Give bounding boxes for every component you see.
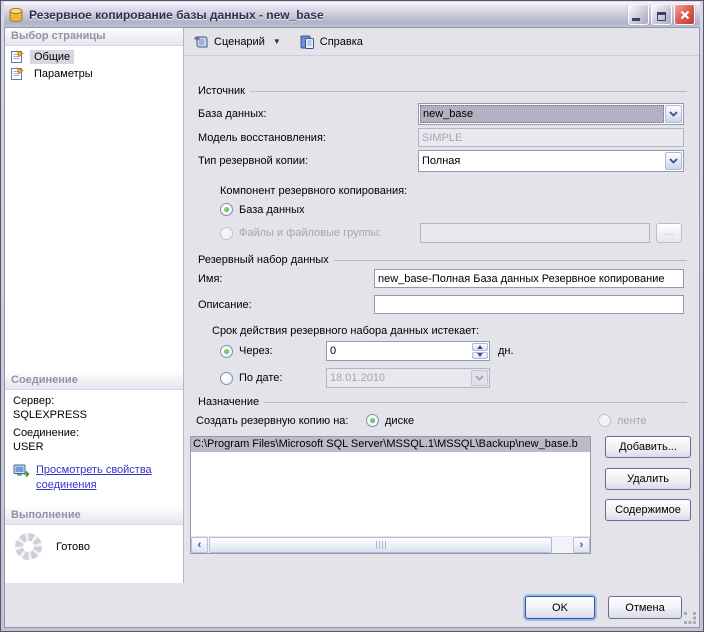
scroll-icon — [193, 34, 209, 50]
script-button-label: Сценарий — [214, 36, 265, 48]
scrollbar-track[interactable] — [208, 537, 573, 553]
expire-after-value: 0 — [327, 342, 471, 360]
close-button[interactable] — [674, 4, 695, 25]
description-label: Описание: — [198, 299, 374, 311]
connection-info: Соединение: USER — [5, 422, 183, 454]
database-component-radio-label: База данных — [239, 204, 305, 216]
scroll-right-icon[interactable]: › — [573, 537, 590, 553]
sidebar: Выбор страницы Общие — [5, 28, 184, 583]
chevron-down-icon[interactable] — [665, 152, 682, 170]
files-filegroups-field — [420, 223, 650, 243]
sidebar-item-label: Общие — [30, 50, 74, 64]
dropdown-arrow-icon: ▼ — [273, 37, 281, 46]
backup-type-combobox[interactable]: Полная — [418, 150, 684, 172]
tape-radio[interactable] — [598, 414, 611, 427]
browse-button[interactable]: ... — [656, 223, 682, 243]
expire-date-value: 18.01.2010 — [327, 369, 470, 387]
sidebar-item-options[interactable]: Параметры — [5, 65, 183, 82]
main-panel: Сценарий ▼ Сп — [184, 28, 699, 583]
add-button[interactable]: Добавить... — [605, 436, 691, 458]
expire-date-combobox: 18.01.2010 — [326, 368, 490, 388]
minimize-icon — [632, 18, 640, 21]
name-label: Имя: — [198, 273, 374, 285]
name-field[interactable]: new_base-Полная База данных Резервное ко… — [374, 269, 684, 288]
pages-help-icon — [299, 34, 315, 50]
disk-radio[interactable] — [366, 414, 379, 427]
database-component-radio[interactable] — [220, 203, 233, 216]
chevron-down-icon — [471, 370, 488, 386]
expiration-label: Срок действия резервного набора данных и… — [212, 325, 479, 337]
progress-header: Выполнение — [5, 507, 183, 525]
backup-set-group-header: Резервный набор данных — [198, 253, 691, 267]
disk-radio-label: диске — [385, 415, 414, 427]
expire-on-date-radio-label: По дате: — [239, 372, 282, 384]
connection-value: USER — [13, 440, 175, 454]
database-combobox-value: new_base — [420, 105, 664, 123]
computer-link-icon — [13, 463, 30, 479]
remove-button[interactable]: Удалить — [605, 468, 691, 490]
page-edit-icon — [10, 49, 25, 64]
expire-after-radio-label: Через: — [239, 345, 273, 357]
contents-button[interactable]: Содержимое — [605, 499, 691, 521]
scroll-left-icon[interactable]: ‹ — [191, 537, 208, 553]
close-icon — [680, 10, 690, 20]
progress-ring-icon — [15, 533, 42, 560]
backup-type-label: Тип резервной копии: — [198, 155, 418, 167]
database-icon — [8, 7, 24, 23]
titlebar: Резервное копирование базы данных - new_… — [4, 2, 700, 27]
window-title: Резервное копирование базы данных - new_… — [29, 8, 623, 22]
ok-button[interactable]: OK — [525, 596, 595, 619]
dialog-window: Резервное копирование базы данных - new_… — [0, 0, 704, 632]
view-connection-properties-link[interactable]: Просмотреть свойства соединения — [36, 463, 164, 493]
database-combobox[interactable]: new_base — [418, 103, 684, 125]
scrollbar-thumb[interactable] — [209, 537, 552, 553]
days-units-label: дн. — [498, 345, 514, 357]
recovery-model-label: Модель восстановления: — [198, 132, 418, 144]
expire-on-date-radio[interactable] — [220, 372, 233, 385]
backup-type-combobox-value: Полная — [419, 151, 664, 171]
toolbar: Сценарий ▼ Сп — [184, 28, 699, 56]
files-filegroups-radio[interactable] — [220, 227, 233, 240]
dialog-body: Выбор страницы Общие — [4, 27, 700, 628]
backup-destinations-list[interactable]: C:\Program Files\Microsoft SQL Server\MS… — [190, 436, 591, 554]
page-edit-icon — [10, 66, 25, 81]
files-filegroups-radio-label: Файлы и файловые группы: — [239, 227, 381, 239]
spin-down-button[interactable] — [472, 352, 488, 360]
help-button-label: Справка — [320, 36, 363, 48]
server-value: SQLEXPRESS — [13, 408, 175, 422]
arrow-down-icon — [477, 353, 483, 357]
backup-component-label: Компонент резервного копирования: — [220, 185, 407, 197]
backup-to-label: Создать резервную копию на: — [196, 415, 366, 427]
source-group-header: Источник — [198, 84, 691, 98]
arrow-up-icon — [477, 345, 483, 349]
cancel-button[interactable]: Отмена — [608, 596, 682, 619]
page-selection-header: Выбор страницы — [5, 28, 183, 46]
recovery-model-field: SIMPLE — [418, 128, 684, 147]
maximize-icon — [657, 12, 666, 21]
resize-grip-icon[interactable] — [684, 612, 696, 624]
expire-after-spinner[interactable]: 0 — [326, 341, 490, 361]
footer: OK Отмена — [5, 583, 699, 627]
horizontal-scrollbar[interactable]: ‹ › — [191, 536, 590, 553]
description-field[interactable] — [374, 295, 684, 314]
minimize-button[interactable] — [628, 4, 649, 25]
expire-after-radio[interactable] — [220, 345, 233, 358]
server-label: Сервер: — [13, 394, 175, 408]
progress-status: Готово — [56, 541, 90, 553]
sidebar-item-label: Параметры — [30, 67, 97, 81]
script-button[interactable]: Сценарий ▼ — [190, 32, 284, 52]
chevron-down-icon[interactable] — [665, 105, 682, 123]
server-info: Сервер: SQLEXPRESS — [5, 390, 183, 422]
connection-label: Соединение: — [13, 426, 175, 440]
spin-up-button[interactable] — [472, 343, 488, 351]
help-button[interactable]: Справка — [296, 32, 366, 52]
destination-group-header: Назначение — [198, 395, 691, 409]
general-page-panel: Источник База данных: new_base Модель во… — [184, 56, 699, 583]
maximize-button[interactable] — [651, 4, 672, 25]
list-item[interactable]: C:\Program Files\Microsoft SQL Server\MS… — [191, 437, 590, 452]
connection-header: Соединение — [5, 372, 183, 390]
sidebar-item-general[interactable]: Общие — [5, 48, 183, 65]
tape-radio-label: ленте — [617, 415, 647, 427]
database-label: База данных: — [198, 108, 418, 120]
